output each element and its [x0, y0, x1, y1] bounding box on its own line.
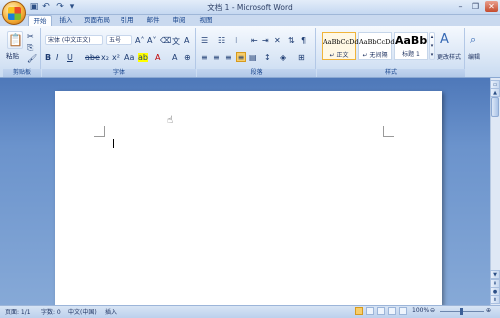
clear-format-icon[interactable]: ⌫	[160, 36, 171, 45]
paragraph-group-label: 段落	[197, 69, 316, 77]
font-size-select[interactable]: 五号	[106, 35, 132, 45]
style-heading-1-name: 标题 1	[402, 51, 420, 58]
align-right-icon[interactable]: ≡	[225, 53, 232, 62]
print-layout-view-button[interactable]	[355, 307, 363, 315]
style-no-spacing[interactable]: AaBbCcDd ↵ 无间隔	[358, 32, 395, 60]
bullets-icon[interactable]: ☰	[201, 36, 208, 45]
document-page[interactable]	[55, 91, 442, 305]
next-page-icon[interactable]: ⇟	[490, 295, 500, 304]
text-caret	[113, 139, 114, 148]
scroll-up-button[interactable]: ▲	[490, 88, 500, 97]
paste-button[interactable]: 粘贴	[6, 50, 19, 60]
change-case-icon[interactable]: Aa	[124, 53, 134, 62]
tab-insert[interactable]: 插入	[56, 15, 76, 26]
maximize-button[interactable]: ❐	[469, 1, 482, 12]
char-shading-icon[interactable]: A	[172, 53, 177, 62]
crop-mark-top-right-h	[383, 136, 394, 137]
status-word-count[interactable]: 字数: 0	[41, 307, 61, 316]
align-left-icon[interactable]: ≡	[201, 53, 208, 62]
style-normal-name: ↵ 正文	[329, 52, 349, 59]
style-heading-1-sample: AaBb	[395, 34, 428, 47]
change-styles-icon[interactable]: A	[440, 32, 449, 47]
format-painter-icon[interactable]: 🖌	[27, 54, 37, 63]
style-no-spacing-name: ↵ 无间隔	[362, 52, 388, 59]
align-center-icon[interactable]: ≡	[213, 53, 220, 62]
multilevel-list-icon[interactable]: ⁝	[235, 36, 238, 45]
office-button[interactable]	[2, 1, 26, 25]
clipboard-group-label: 剪贴板	[3, 69, 41, 77]
borders-icon[interactable]: ⊞	[298, 53, 305, 62]
style-normal[interactable]: AaBbCcDd ↵ 正文	[322, 32, 359, 60]
zoom-level[interactable]: 100%	[412, 307, 429, 314]
web-layout-button[interactable]	[377, 307, 385, 315]
crop-mark-top-left-h	[94, 136, 105, 137]
tab-view[interactable]: 视图	[196, 15, 216, 26]
status-page[interactable]: 页面: 1/1	[5, 307, 31, 316]
font-group-label: 字体	[42, 69, 196, 77]
minimize-button[interactable]: –	[454, 1, 467, 12]
asian-layout-icon[interactable]: ✕	[274, 36, 281, 45]
zoom-out-button[interactable]: ⊖	[430, 307, 435, 314]
window-title: 文档 1 - Microsoft Word	[207, 3, 293, 12]
style-heading-1[interactable]: AaBb 标题 1	[394, 32, 428, 60]
tab-mailings[interactable]: 邮件	[143, 15, 163, 26]
distributed-icon[interactable]: ▤	[249, 53, 257, 62]
scroll-thumb[interactable]	[491, 97, 499, 117]
bold-icon[interactable]: B	[45, 53, 51, 62]
hand-cursor-icon: ☝	[167, 115, 174, 126]
shading-icon[interactable]: ◈	[280, 53, 286, 62]
office-logo-icon	[8, 7, 21, 20]
subscript-icon[interactable]: x₂	[101, 53, 109, 62]
paste-icon[interactable]: 📋	[7, 31, 23, 49]
tab-review[interactable]: 审阅	[169, 15, 189, 26]
grow-font-icon[interactable]: A˄	[135, 36, 144, 45]
cut-icon[interactable]: ✂	[27, 32, 34, 41]
status-insert-mode[interactable]: 插入	[105, 307, 117, 316]
close-button[interactable]: ✕	[485, 1, 498, 12]
superscript-icon[interactable]: x²	[112, 53, 120, 62]
font-name-select[interactable]: 宋体 (中文正文)	[45, 35, 103, 45]
tab-home[interactable]: 开始	[28, 15, 52, 26]
strikethrough-icon[interactable]: abe	[85, 53, 100, 62]
status-language[interactable]: 中文(中国)	[68, 307, 97, 316]
justify-icon[interactable]: ≡	[236, 52, 246, 62]
full-screen-reading-button[interactable]	[366, 307, 374, 315]
tab-references[interactable]: 引用	[117, 15, 137, 26]
style-normal-sample: AaBbCcDd	[323, 38, 359, 46]
editing-button[interactable]: 编辑	[468, 52, 480, 61]
line-spacing-icon[interactable]: ↕	[264, 53, 271, 62]
underline-icon[interactable]: U	[67, 53, 73, 62]
shrink-font-icon[interactable]: A˅	[147, 36, 156, 45]
outline-view-button[interactable]	[388, 307, 396, 315]
show-marks-icon[interactable]: ¶	[301, 36, 306, 45]
draft-view-button[interactable]	[399, 307, 407, 315]
numbering-icon[interactable]: ☷	[218, 36, 225, 45]
find-icon[interactable]: ⌕	[470, 33, 476, 47]
char-border-icon[interactable]: A	[184, 36, 189, 45]
highlight-icon[interactable]: ab	[138, 53, 148, 62]
sort-icon[interactable]: ⇅	[288, 36, 295, 45]
phonetic-guide-icon[interactable]: 文	[172, 36, 180, 47]
styles-group-label: 样式	[317, 69, 465, 77]
copy-icon[interactable]: ⎘	[27, 43, 33, 53]
zoom-in-button[interactable]: ⊕	[486, 307, 491, 314]
decrease-indent-icon[interactable]: ⇤	[251, 36, 258, 45]
italic-icon[interactable]: I	[56, 53, 58, 62]
change-styles-button[interactable]: 更改样式	[437, 52, 461, 61]
font-color-icon[interactable]: A	[155, 53, 160, 62]
increase-indent-icon[interactable]: ⇥	[262, 36, 269, 45]
enclose-char-icon[interactable]: ⊕	[184, 53, 191, 62]
zoom-slider-thumb[interactable]	[460, 308, 463, 315]
styles-scroll-button[interactable]: ▴ ▾ ▾	[429, 32, 435, 60]
tab-page-layout[interactable]: 页面布局	[80, 15, 114, 26]
scroll-down-button[interactable]: ▼	[490, 270, 500, 279]
style-no-spacing-sample: AaBbCcDd	[359, 38, 395, 46]
